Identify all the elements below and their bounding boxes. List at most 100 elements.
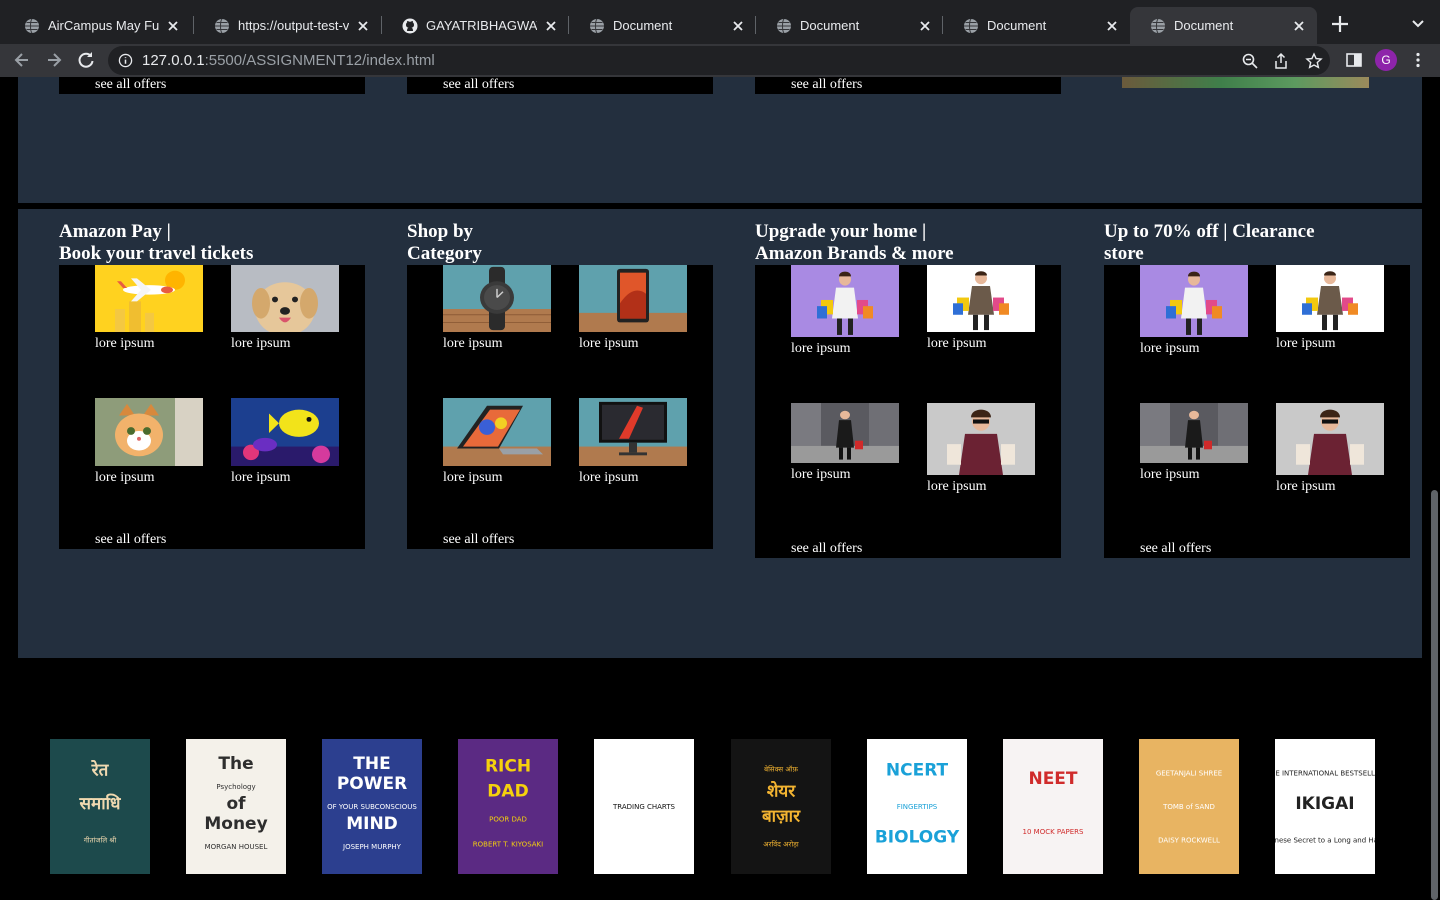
see-all-offers-link[interactable]: see all offers <box>443 532 514 548</box>
shopping-woman-sunglasses-image[interactable] <box>1276 403 1384 475</box>
see-all-offers-link[interactable]: see all offers <box>1140 541 1211 557</box>
browser-tab[interactable]: Document <box>569 7 756 44</box>
tab-title: Document <box>800 18 860 33</box>
book-cover-text: The <box>218 754 253 774</box>
book-cover: The Psychology ofMoney MORGAN HOUSEL <box>186 739 286 874</box>
globe-icon <box>590 18 604 33</box>
forward-arrow-icon[interactable] <box>44 50 64 70</box>
item-caption: lore ipsum <box>791 341 851 356</box>
smartwatch-image[interactable] <box>443 265 551 332</box>
new-tab-plus-icon[interactable] <box>1328 12 1352 36</box>
airplane-image[interactable] <box>95 265 203 332</box>
tab-title: Document <box>613 18 673 33</box>
book-cover: RICH DAD POOR DAD ROBERT T. KIYOSAKI <box>458 739 558 874</box>
book-cover: GEETANJALI SHREE TOMB of SAND DAISY ROCKWE… <box>1139 739 1239 874</box>
scrollbar-thumb[interactable] <box>1431 490 1438 900</box>
browser-tab[interactable]: https://output-test-vi <box>194 7 381 44</box>
close-tab-icon[interactable] <box>730 18 746 34</box>
browser-tab[interactable]: AirCampus May Full S <box>4 7 191 44</box>
reload-icon[interactable] <box>76 50 96 70</box>
side-panel-icon[interactable] <box>1345 51 1363 69</box>
see-all-offers-link[interactable]: see all offers <box>791 541 862 557</box>
book-cover-text: THE INTERNATIONAL BESTSELLER <box>1275 770 1375 778</box>
book-cover-text: गीतांजलि श्री <box>84 835 116 844</box>
book-cover: NEET 10 MOCK PAPERS <box>1003 739 1103 874</box>
banner-image-partial <box>1122 77 1369 88</box>
see-all-offers-link[interactable]: see all offers <box>791 77 862 93</box>
book-cover-text: 10 MOCK PAPERS <box>1023 828 1084 836</box>
book-cover-text: NEET <box>1028 769 1077 789</box>
card-title-line: store <box>1104 243 1144 264</box>
share-icon[interactable] <box>1272 52 1290 70</box>
book-cover: NCERT FINGERTIPS BIOLOGY <box>867 739 967 874</box>
see-all-offers-link[interactable]: see all offers <box>443 77 514 93</box>
close-tab-icon[interactable] <box>355 18 371 34</box>
back-arrow-icon[interactable] <box>12 50 32 70</box>
tab-separator <box>755 16 756 34</box>
tab-title: Document <box>1174 18 1234 33</box>
browser-tab[interactable]: Document <box>1130 7 1317 44</box>
tab-search-chevron-icon[interactable] <box>1408 14 1428 34</box>
trading-charts-book[interactable]: TRADING CHARTS <box>594 739 694 874</box>
page-scrollbar[interactable] <box>1428 77 1440 900</box>
github-icon <box>402 18 418 33</box>
monitor-image[interactable] <box>579 398 687 466</box>
ikigai-book[interactable]: THE INTERNATIONAL BESTSELLER IKIGAI The Ja… <box>1275 739 1375 874</box>
power-of-subconscious-mind-book[interactable]: THE POWER OF YOUR SUBCONSCIOUS MIND JOSEPH M… <box>322 739 422 874</box>
browser-menu-icon[interactable] <box>1409 51 1427 69</box>
close-tab-icon[interactable] <box>1291 18 1307 34</box>
close-tab-icon[interactable] <box>917 18 933 34</box>
book-cover-text: MORGAN HOUSEL <box>205 843 268 851</box>
shopping-woman-purple-image[interactable] <box>1140 265 1248 337</box>
item-caption: lore ipsum <box>1140 467 1200 482</box>
item-caption: lore ipsum <box>791 467 851 482</box>
ncert-fingertips-book[interactable]: NCERT FINGERTIPS BIOLOGY <box>867 739 967 874</box>
book-cover-text: BIOLOGY <box>875 827 960 847</box>
shopping-woman-white-image[interactable] <box>1276 265 1384 332</box>
book-cover-text: TRADING CHARTS <box>612 803 676 811</box>
bookmark-star-icon[interactable] <box>1305 52 1323 70</box>
book-cover-text: DAISY ROCKWELL <box>1158 836 1220 844</box>
shopping-woman-sunglasses-image[interactable] <box>927 403 1035 475</box>
card-title-line: Amazon Brands & more <box>755 243 954 264</box>
close-tab-icon[interactable] <box>165 18 181 34</box>
share-bazaar-book[interactable]: बेसिक्स ऑफ़ शेयर बाज़ार अरविंद अरोड़ा <box>731 739 831 874</box>
book-cover-text: समाधि <box>79 793 122 814</box>
tablet-image[interactable] <box>579 265 687 332</box>
tomb-of-sand-book[interactable]: GEETANJALI SHREE TOMB of SAND DAISY ROCKWE… <box>1139 739 1239 874</box>
address-bar[interactable]: 127.0.0.1:5500/ASSIGNMENT12/index.html <box>108 46 1330 75</box>
site-info-icon[interactable] <box>118 53 133 68</box>
shopping-woman-street-image[interactable] <box>1140 403 1248 463</box>
item-caption: lore ipsum <box>1140 341 1200 356</box>
browser-tab[interactable]: Document <box>943 7 1130 44</box>
browser-tab[interactable]: GAYATRIBHAGWAT11/ <box>382 7 569 44</box>
zoom-icon[interactable] <box>1241 52 1259 70</box>
tab-strip: AirCampus May Full S https://output-test-… <box>0 0 1440 44</box>
profile-avatar[interactable]: G <box>1375 49 1397 71</box>
tab-separator <box>193 16 194 34</box>
tropical-fish-image[interactable] <box>231 398 339 466</box>
close-tab-icon[interactable] <box>1104 18 1120 34</box>
kitten-image[interactable] <box>95 398 203 466</box>
psychology-of-money-book[interactable]: The Psychology of Money MORGAN HOUSEL <box>186 739 286 874</box>
ret-samadhi-book[interactable]: रेत समाधि गीतांजलि श्री <box>50 739 150 874</box>
book-cover-text: The Japanese Secret to a Long and Happy … <box>1275 836 1375 844</box>
browser-toolbar: 127.0.0.1:5500/ASSIGNMENT12/index.html G <box>0 44 1440 77</box>
shopping-woman-white-image[interactable] <box>927 265 1035 332</box>
see-all-offers-link[interactable]: see all offers <box>95 532 166 548</box>
item-caption: lore ipsum <box>443 470 503 485</box>
close-tab-icon[interactable] <box>543 18 559 34</box>
laptop-image[interactable] <box>443 398 551 466</box>
shopping-woman-purple-image[interactable] <box>791 265 899 337</box>
item-caption: lore ipsum <box>927 479 987 494</box>
golden-retriever-image[interactable] <box>231 265 339 332</box>
see-all-offers-link[interactable]: see all offers <box>95 77 166 93</box>
book-cover-text: Money <box>204 814 267 834</box>
browser-tab[interactable]: Document <box>756 7 943 44</box>
card-title: Up to 70% off | Clearance store <box>1104 221 1315 265</box>
shopping-woman-street-image[interactable] <box>791 403 899 463</box>
rich-dad-poor-dad-book[interactable]: RICH DAD POOR DAD ROBERT T. KIYOSAKI <box>458 739 558 874</box>
book-cover-text: अरविंद अरोड़ा <box>763 840 799 849</box>
neet-mock-papers-book[interactable]: NEET 10 MOCK PAPERS <box>1003 739 1103 874</box>
book-cover-text: JOSEPH MURPHY <box>342 843 402 851</box>
